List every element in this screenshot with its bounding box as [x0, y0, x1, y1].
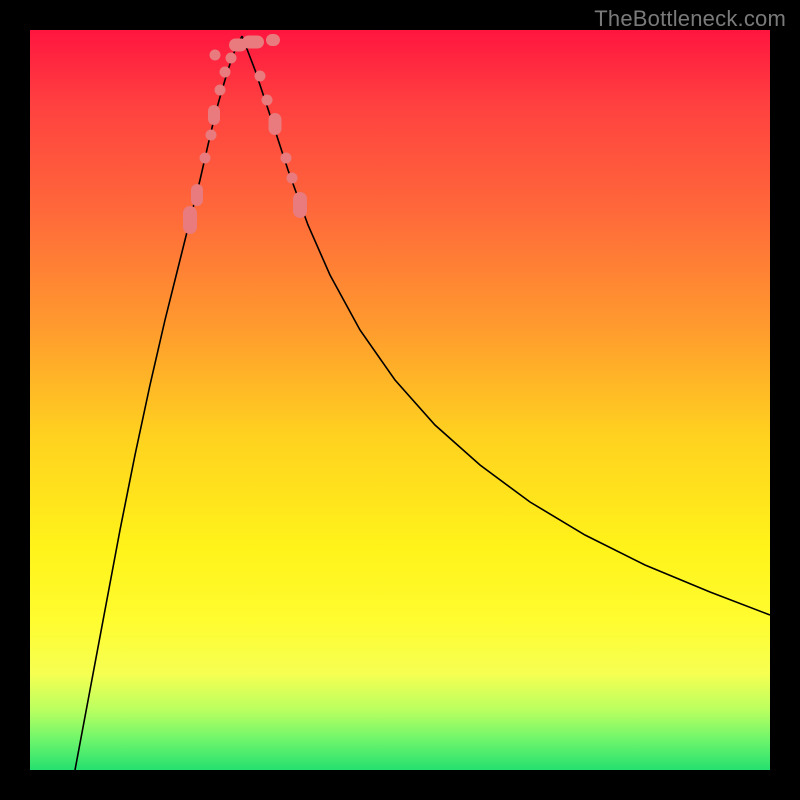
- scatter-point: [281, 153, 292, 164]
- scatter-point: [220, 67, 231, 78]
- scatter-point: [210, 50, 221, 61]
- scatter-point: [215, 85, 226, 96]
- curve-right-branch: [242, 36, 770, 615]
- watermark-text: TheBottleneck.com: [594, 6, 786, 32]
- scatter-markers: [183, 34, 307, 234]
- scatter-point: [183, 206, 197, 234]
- scatter-point: [266, 34, 280, 46]
- scatter-point: [208, 105, 220, 125]
- scatter-point: [255, 71, 266, 82]
- scatter-point: [226, 53, 237, 64]
- scatter-point: [269, 113, 282, 135]
- scatter-point: [206, 130, 217, 141]
- scatter-point: [287, 173, 298, 184]
- chart-svg: [30, 30, 770, 770]
- scatter-point: [191, 184, 203, 206]
- curve-left-branch: [75, 36, 242, 770]
- scatter-point: [242, 36, 264, 49]
- scatter-point: [200, 153, 211, 164]
- scatter-point: [262, 95, 273, 106]
- scatter-point: [293, 192, 307, 218]
- chart-plot-area: [30, 30, 770, 770]
